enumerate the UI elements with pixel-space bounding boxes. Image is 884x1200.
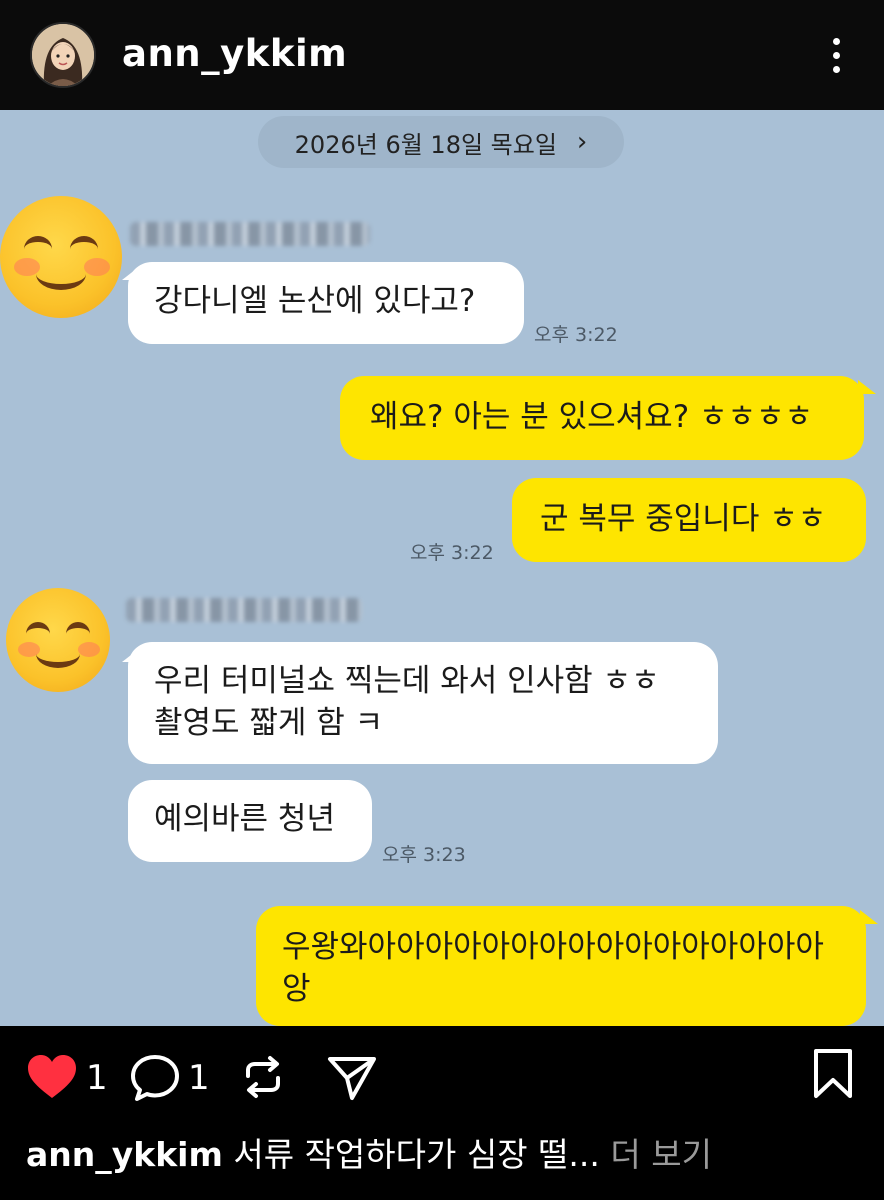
comment-button[interactable]: 1 [130,1054,220,1104]
post-caption: ann_ykkim 서류 작업하다가 심장 떨... 더 보기 [26,1128,712,1176]
heart-filled-icon [28,1055,76,1098]
message-time: 오후 3:23 [382,844,466,866]
comment-bubble-icon [131,1055,179,1101]
message-bubble-incoming: 우리 터미널쇼 찍는데 와서 인사함 ㅎㅎ 촬영도 짧게 함 ㅋ [128,642,718,764]
message-text-line: 우왕와아아아아아아아아아아아아아아아아 [282,929,824,965]
chat-screenshot: 2026년 6월 18일 목요일 › 강다니엘 논산에 있다고? 오후 3:22… [0,110,884,1026]
repost-arrows-icon [246,1056,280,1098]
bubble-tail [860,910,878,924]
message-bubble-incoming: 강다니엘 논산에 있다고? [128,262,524,344]
bubble-tail [858,380,876,394]
smiling-face-emoji-icon [0,196,122,318]
message-time: 오후 3:22 [410,542,494,564]
message-bubble-incoming: 예의바른 청년 [128,780,372,862]
comment-count: 1 [188,1058,210,1098]
message-bubble-outgoing: 왜요? 아는 분 있으셔요? ㅎㅎㅎㅎ [340,376,864,460]
message-time: 오후 3:22 [534,324,618,346]
caption-username[interactable]: ann_ykkim [26,1135,223,1174]
like-button[interactable]: 1 [26,1054,108,1104]
caption-text: 서류 작업하다가 심장 떨... [233,1135,600,1174]
message-text: 강다니엘 논산에 있다고? [154,283,476,319]
message-bubble-outgoing: 우왕와아아아아아아아아아아아아아아아아 앙 [256,906,866,1026]
date-label: 2026년 6월 18일 목요일 [294,130,557,159]
date-divider: 2026년 6월 18일 목요일 › [258,116,624,168]
avatar-illustration [32,24,94,86]
smiling-face-emoji-icon [6,588,110,692]
message-text-line: 우리 터미널쇼 찍는데 와서 인사함 ㅎㅎ [154,663,660,699]
post-header: ann_ykkim [0,0,884,110]
bookmark-icon [814,1049,852,1098]
message-text: 군 복무 중입니다 ㅎㅎ [540,501,827,537]
header-username[interactable]: ann_ykkim [122,32,347,75]
send-paper-plane-icon [328,1057,376,1100]
profile-avatar[interactable] [30,22,96,88]
message-bubble-outgoing: 군 복무 중입니다 ㅎㅎ [512,478,866,562]
message-text-line: 촬영도 짧게 함 ㅋ [154,705,384,741]
more-vertical-icon[interactable] [828,38,844,78]
message-text-line: 앙 [282,971,311,1007]
chevron-right-icon: › [576,127,588,157]
message-text: 왜요? 아는 분 있으셔요? ㅎㅎㅎㅎ [370,399,814,435]
sender-name-blurred [126,598,362,622]
like-count: 1 [86,1058,108,1098]
message-text: 예의바른 청년 [154,801,335,837]
repost-button[interactable] [240,1054,288,1102]
save-button[interactable] [812,1048,856,1102]
caption-more-link[interactable]: 더 보기 [610,1135,712,1174]
sender-name-blurred [130,222,370,246]
share-button[interactable] [326,1054,378,1104]
